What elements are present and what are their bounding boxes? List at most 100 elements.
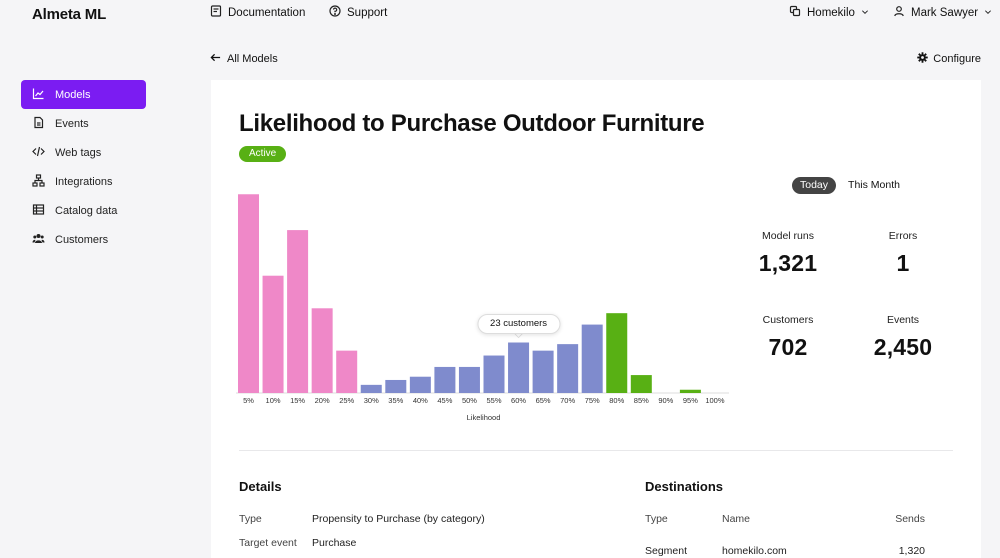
x-tick-label: 10%: [266, 396, 281, 405]
section-divider: [239, 450, 953, 451]
x-tick-label: 40%: [413, 396, 428, 405]
support-label: Support: [347, 6, 388, 19]
support-link[interactable]: Support: [329, 5, 387, 20]
today-toggle[interactable]: Today: [792, 177, 837, 194]
histogram-bar[interactable]: [287, 230, 309, 393]
date-range-toggle: Today This Month: [792, 177, 908, 194]
x-tick-label: 25%: [339, 396, 354, 405]
bar-tooltip: 23 customers: [477, 313, 561, 334]
column-header-sends: Sends: [895, 513, 925, 525]
user-name: Mark Sawyer: [911, 6, 979, 19]
model-card: Likelihood to Purchase Outdoor Furniture…: [211, 80, 981, 558]
configure-label: Configure: [933, 53, 981, 65]
stat-model-runs: Model runs 1,321: [728, 230, 848, 277]
sidebar-item-models[interactable]: Models: [21, 80, 146, 109]
stat-events: Events 2,450: [843, 314, 963, 361]
chart-icon: [32, 87, 45, 103]
histogram-bar[interactable]: [262, 275, 284, 393]
workspace-switcher[interactable]: Homekilo: [789, 5, 869, 20]
network-icon: [32, 173, 45, 190]
x-tick-label: 95%: [683, 396, 698, 405]
x-tick-label: 15%: [290, 396, 305, 405]
sidebar-item-label: Integrations: [55, 175, 113, 188]
workspace-label: Homekilo: [807, 6, 855, 19]
histogram-bar[interactable]: [434, 366, 456, 393]
tooltip-caret: [513, 333, 524, 339]
histogram-bar[interactable]: [532, 350, 554, 393]
stat-value: 2,450: [873, 334, 933, 360]
user-menu[interactable]: Mark Sawyer: [893, 5, 992, 20]
histogram-bar[interactable]: [238, 194, 259, 393]
histogram-bar[interactable]: [581, 324, 603, 393]
users-icon: [32, 232, 45, 248]
stat-customers: Customers 702: [728, 314, 848, 361]
sidebar-item-label: Models: [55, 88, 91, 101]
sidebar-item-label: Web tags: [55, 146, 102, 159]
column-header-type: Type: [645, 513, 668, 525]
stat-value: 1: [896, 250, 910, 276]
stat-value: 1,321: [758, 250, 818, 276]
sidebar-item-web-tags[interactable]: Web tags: [21, 138, 146, 167]
details-key: Type: [239, 513, 262, 525]
destinations-title: Destinations: [645, 479, 724, 494]
stat-label: Errors: [888, 230, 918, 242]
x-tick-label: 80%: [609, 396, 624, 405]
help-icon: [329, 5, 341, 20]
destination-type: Segment: [645, 545, 688, 557]
details-key: Target event: [239, 537, 297, 549]
sidebar-item-catalog-data[interactable]: Catalog data: [21, 196, 146, 225]
histogram-bar[interactable]: [630, 375, 652, 393]
histogram-bar[interactable]: [679, 389, 701, 393]
stat-value: 702: [768, 334, 808, 360]
stat-errors: Errors 1: [843, 230, 963, 277]
document-icon: [32, 116, 45, 132]
sidebar-item-integrations[interactable]: Integrations: [21, 167, 146, 196]
sidebar-item-label: Catalog data: [55, 204, 118, 217]
x-tick-label: 60%: [511, 396, 526, 405]
stat-label: Model runs: [762, 230, 814, 242]
x-tick-label: 65%: [536, 396, 551, 405]
histogram-bar[interactable]: [508, 342, 530, 394]
configure-button[interactable]: Configure: [917, 52, 981, 66]
histogram-bar[interactable]: [606, 313, 628, 393]
book-icon: [210, 5, 222, 20]
x-tick-label: 100%: [705, 396, 725, 405]
x-tick-label: 75%: [585, 396, 600, 405]
histogram-bar[interactable]: [483, 355, 505, 393]
x-tick-label: 5%: [243, 396, 254, 405]
documentation-link[interactable]: Documentation: [210, 5, 305, 20]
back-to-all-models[interactable]: All Models: [210, 52, 278, 66]
chevron-down-icon: [861, 7, 869, 19]
histogram-bar[interactable]: [409, 376, 431, 393]
details-value: Purchase: [312, 537, 357, 549]
x-tick-label: 35%: [388, 396, 403, 405]
user-icon: [893, 5, 905, 20]
arrow-left-icon: [210, 52, 221, 66]
x-tick-label: 45%: [437, 396, 452, 405]
this-month-toggle[interactable]: This Month: [840, 177, 908, 194]
x-tick-label: 55%: [486, 396, 501, 405]
top-bar: Almeta ML Documentation Support Homekilo…: [0, 0, 1000, 28]
details-value: Propensity to Purchase (by category): [312, 513, 485, 525]
sidebar-item-label: Events: [55, 117, 89, 130]
histogram-bar[interactable]: [458, 366, 480, 393]
histogram-bar[interactable]: [557, 344, 579, 393]
sidebar-item-customers[interactable]: Customers: [21, 225, 146, 254]
chevron-down-icon: [984, 7, 992, 19]
copy-icon: [789, 5, 801, 20]
x-axis-label: Likelihood: [467, 413, 501, 422]
histogram-bar[interactable]: [360, 384, 382, 393]
histogram-bar[interactable]: [385, 379, 407, 393]
table-icon: [32, 203, 45, 219]
app-logo[interactable]: Almeta ML: [32, 6, 106, 23]
destination-name[interactable]: homekilo.com: [722, 545, 787, 557]
code-icon: [32, 145, 45, 161]
sidebar-item-label: Customers: [55, 233, 109, 246]
sidebar-item-events[interactable]: Events: [21, 109, 146, 138]
x-tick-label: 20%: [315, 396, 330, 405]
x-tick-label: 50%: [462, 396, 477, 405]
gear-icon: [917, 52, 929, 66]
back-label: All Models: [227, 53, 278, 65]
histogram-bar[interactable]: [311, 308, 333, 393]
histogram-bar[interactable]: [336, 350, 358, 393]
